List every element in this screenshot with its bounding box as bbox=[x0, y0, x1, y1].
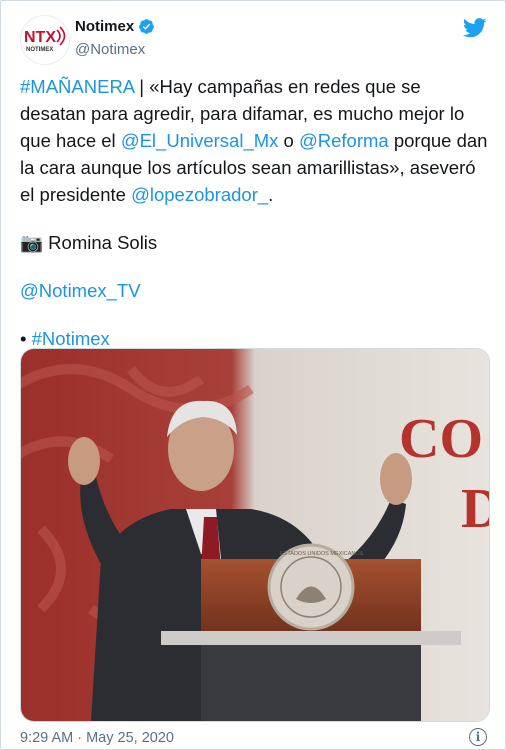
bullet: • bbox=[20, 328, 32, 349]
mention-lopezobrador[interactable]: @lopezobrador_ bbox=[131, 184, 268, 205]
camera-icon: 📷 bbox=[20, 232, 44, 253]
twitter-bird-icon[interactable] bbox=[463, 17, 487, 39]
tweet-paragraph-main: #MAÑANERA | «Hay campañas en redes que s… bbox=[20, 73, 490, 208]
backdrop-text: D bbox=[461, 478, 489, 540]
hashtag-notimex[interactable]: #Notimex bbox=[32, 328, 110, 349]
tv-handle-line: @Notimex_TV bbox=[20, 277, 490, 304]
press-conference-photo: CO D ESTADOS UNIDOS MEXICANOS bbox=[21, 349, 489, 721]
tweet-card: NTX NOTIMEX Notimex @Notimex #MAÑANERA |… bbox=[0, 0, 506, 750]
photo-credit-line: 📷 Romina Solis bbox=[20, 229, 490, 256]
tweet-timestamp[interactable]: 9:29 AM · May 25, 2020 bbox=[20, 730, 174, 746]
seal-text: ESTADOS UNIDOS MEXICANOS bbox=[280, 551, 364, 557]
tweet-photo[interactable]: CO D ESTADOS UNIDOS MEXICANOS bbox=[20, 348, 490, 722]
author-name-row: Notimex bbox=[75, 18, 155, 35]
mention-el-universal[interactable]: @El_Universal_Mx bbox=[121, 130, 279, 151]
text-segment: o bbox=[278, 130, 299, 151]
author-avatar[interactable]: NTX NOTIMEX bbox=[20, 15, 70, 65]
info-icon[interactable]: i bbox=[469, 728, 487, 746]
logo-subtext: NOTIMEX bbox=[26, 47, 53, 53]
photo-credit: Romina Solis bbox=[43, 232, 158, 253]
verified-badge-icon bbox=[139, 19, 155, 34]
author-handle[interactable]: @Notimex bbox=[75, 41, 145, 58]
notimex-logo: NTX NOTIMEX bbox=[24, 26, 66, 53]
author-name[interactable]: Notimex bbox=[75, 18, 134, 35]
text-segment: . bbox=[268, 184, 274, 205]
tweet-text: #MAÑANERA | «Hay campañas en redes que s… bbox=[20, 73, 490, 352]
mention-notimex-tv[interactable]: @Notimex_TV bbox=[20, 280, 141, 301]
backdrop-text: CO bbox=[399, 408, 483, 470]
logo-text: NTX bbox=[24, 29, 56, 46]
mention-reforma[interactable]: @Reforma bbox=[299, 130, 389, 151]
hashtag-mananera[interactable]: #MAÑANERA bbox=[20, 76, 134, 97]
